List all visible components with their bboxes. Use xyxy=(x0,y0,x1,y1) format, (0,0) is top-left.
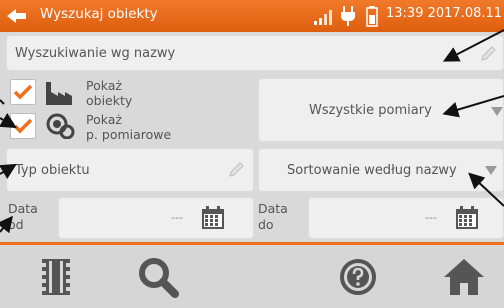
callout-arrows xyxy=(0,29,504,234)
callout-arrow xyxy=(0,113,17,129)
callout-arrow xyxy=(0,163,17,179)
callout-arrow xyxy=(442,95,504,118)
callout-arrow xyxy=(0,99,5,105)
callout-arrow xyxy=(468,172,504,207)
callout-arrow xyxy=(0,215,13,234)
callout-arrow xyxy=(442,29,504,62)
